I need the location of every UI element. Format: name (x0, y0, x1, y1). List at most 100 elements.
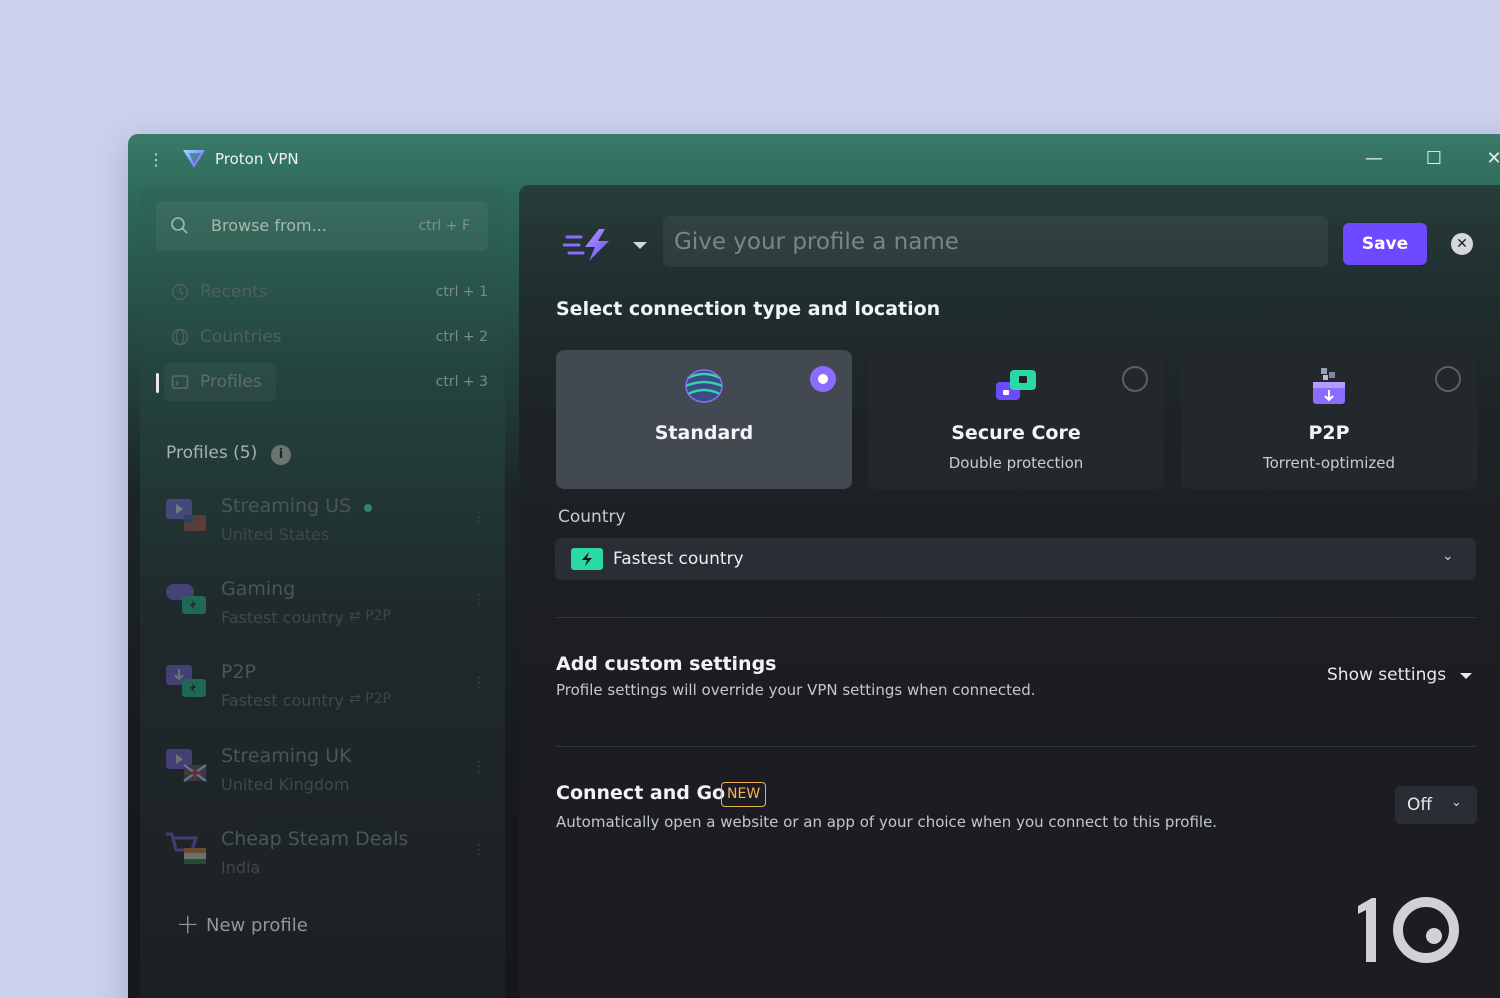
divider (556, 617, 1476, 618)
search-shortcut: ctrl + F (418, 218, 470, 234)
close-window-button[interactable]: ✕ (1477, 142, 1500, 176)
lightning-bolt-icon (563, 229, 609, 261)
profile-location: United States (221, 525, 330, 544)
maximize-button[interactable]: ☐ (1417, 142, 1451, 176)
search-placeholder: Browse from... (211, 216, 327, 235)
watermark-logo-icon (1358, 897, 1459, 963)
nav-label: Countries (200, 327, 282, 347)
menu-dots-icon[interactable]: ⋮ (148, 150, 164, 170)
minimize-button[interactable]: — (1357, 142, 1391, 176)
new-badge: NEW (721, 782, 767, 807)
profile-icon-picker[interactable] (563, 227, 649, 263)
p2p-feature-label: P2P (365, 608, 391, 624)
sidebar: Browse from... ctrl + F Recents ctrl + 1… (140, 185, 505, 998)
section-title: Select connection type and location (556, 298, 941, 320)
app-window: ⋮ Proton VPN — ☐ ✕ Browse from... ctrl +… (128, 134, 1500, 998)
country-value: Fastest country (613, 549, 744, 569)
streaming-icon (166, 499, 206, 531)
secure-core-icon (996, 370, 1036, 400)
p2p-feature-tag: ⇄ P2P (349, 691, 391, 707)
profiles-icon (171, 375, 189, 389)
card-subtitle: Torrent-optimized (1263, 454, 1395, 472)
clock-icon (171, 283, 189, 301)
nav-item-profiles[interactable]: Profiles ctrl + 3 (156, 363, 492, 401)
profile-item-streaming-uk[interactable]: Streaming UK United Kingdom ⋮ (166, 741, 486, 801)
gaming-icon (166, 584, 206, 614)
info-icon[interactable]: i (271, 445, 291, 465)
profile-item-gaming[interactable]: Gaming Fastest country ⇄ P2P ⋮ (166, 574, 486, 634)
nav-shortcut: ctrl + 3 (435, 374, 488, 390)
nav-item-recents[interactable]: Recents ctrl + 1 (156, 273, 492, 311)
profile-name: Cheap Steam Deals (221, 828, 409, 850)
online-indicator (364, 504, 372, 512)
profile-name: Streaming UK (221, 745, 352, 767)
more-options-icon[interactable]: ⋮ (472, 838, 486, 862)
connection-type-standard[interactable]: Standard (556, 350, 852, 489)
nav-shortcut: ctrl + 2 (435, 329, 488, 345)
more-options-icon[interactable]: ⋮ (472, 588, 486, 612)
shopping-icon (166, 832, 206, 864)
close-icon[interactable]: ✕ (1451, 233, 1473, 255)
search-input[interactable]: Browse from... ctrl + F (156, 201, 488, 251)
profile-item-streaming-us[interactable]: Streaming US United States ⋮ (166, 491, 486, 551)
new-profile-button[interactable]: + New profile (176, 907, 336, 941)
profile-name: Gaming (221, 578, 296, 600)
more-options-icon[interactable]: ⋮ (472, 671, 486, 695)
nav-label: Profiles (200, 372, 262, 392)
profile-name-input[interactable] (663, 216, 1328, 267)
title-bar: ⋮ Proton VPN — ☐ ✕ (128, 134, 1500, 184)
connect-and-go-title: Connect and Go (556, 782, 726, 804)
streaming-icon (166, 749, 207, 783)
search-icon (171, 217, 188, 234)
new-profile-label: New profile (206, 915, 308, 936)
chevron-down-icon: ⌄ (1442, 548, 1454, 564)
show-settings-button[interactable]: Show settings (1327, 665, 1477, 691)
proton-vpn-logo-icon (183, 150, 205, 168)
profile-location: India (221, 858, 261, 877)
connect-and-go-select[interactable]: Off ⌄ (1395, 786, 1477, 824)
plus-icon: + (176, 907, 200, 940)
profile-item-cheap-steam-deals[interactable]: Cheap Steam Deals India ⋮ (166, 824, 486, 884)
profiles-header: Profiles (5) (166, 443, 258, 463)
standard-globe-icon (685, 369, 723, 403)
show-settings-label: Show settings (1327, 665, 1447, 685)
fastest-country-flag-icon (571, 548, 603, 570)
nav-item-countries[interactable]: Countries ctrl + 2 (156, 318, 492, 356)
window-title: Proton VPN (215, 150, 299, 168)
p2p-box-icon (1313, 368, 1345, 404)
connect-and-go-value: Off (1407, 795, 1433, 815)
custom-settings-title: Add custom settings (556, 653, 777, 675)
country-label: Country (558, 507, 626, 527)
connect-and-go-description: Automatically open a website or an app o… (556, 813, 1218, 831)
profile-item-p2p[interactable]: P2P Fastest country ⇄ P2P ⋮ (166, 657, 486, 717)
connection-type-secure-core[interactable]: Secure Core Double protection (868, 350, 1164, 489)
connection-type-p2p[interactable]: P2P Torrent-optimized (1181, 350, 1477, 489)
profile-location: Fastest country (221, 691, 344, 710)
p2p-feature-label: P2P (365, 691, 391, 707)
radio-unselected[interactable] (1122, 366, 1148, 392)
profile-name: P2P (221, 661, 257, 683)
more-options-icon[interactable]: ⋮ (472, 505, 486, 529)
profile-location: United Kingdom (221, 775, 350, 794)
card-title: Secure Core (951, 422, 1081, 444)
country-select[interactable]: Fastest country ⌄ (555, 538, 1476, 580)
profile-location: Fastest country (221, 608, 344, 627)
globe-icon (171, 328, 189, 346)
save-button[interactable]: Save (1343, 223, 1427, 265)
p2p-icon (166, 665, 206, 697)
profile-editor-panel: Save ✕ Select connection type and locati… (519, 185, 1500, 998)
nav-label: Recents (200, 282, 268, 302)
more-options-icon[interactable]: ⋮ (472, 755, 486, 779)
radio-unselected[interactable] (1435, 366, 1461, 392)
custom-settings-description: Profile settings will override your VPN … (556, 681, 1036, 699)
card-title: Standard (654, 422, 754, 444)
nav-active-indicator (156, 373, 159, 393)
radio-selected[interactable] (810, 366, 836, 392)
p2p-feature-tag: ⇄ P2P (349, 608, 391, 624)
profile-name: Streaming US (221, 495, 352, 517)
nav-shortcut: ctrl + 1 (435, 284, 488, 300)
card-subtitle: Double protection (948, 454, 1084, 472)
caret-down-icon (1460, 673, 1472, 679)
caret-down-icon (633, 242, 647, 249)
chevron-down-icon: ⌄ (1451, 795, 1462, 810)
